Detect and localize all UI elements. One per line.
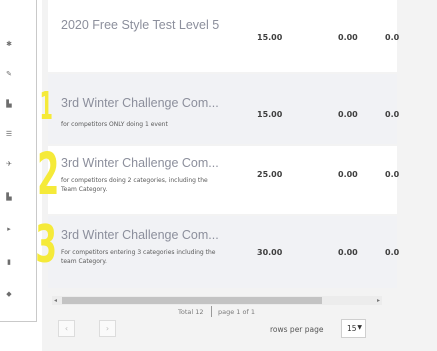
extra-cell: 0.0 xyxy=(385,33,400,42)
event-title[interactable]: 2020 Free Style Test Level 5 xyxy=(61,18,219,32)
discount-cell: 0.00 xyxy=(338,33,358,42)
scrollbar-thumb[interactable] xyxy=(62,297,322,304)
rail-icon-2[interactable]: ✎ xyxy=(5,70,13,78)
rail-icon-1[interactable]: ✱ xyxy=(5,40,13,48)
horizontal-scrollbar[interactable]: ◂ ▸ xyxy=(52,296,382,305)
table-row[interactable]: 3rd Winter Challenge Com... for competit… xyxy=(48,74,400,144)
table-row[interactable]: 2020 Free Style Test Level 5 15.00 0.00 … xyxy=(48,0,400,72)
event-description: For competitors entering 3 categories in… xyxy=(61,249,216,265)
event-title[interactable]: 3rd Winter Challenge Com... xyxy=(61,228,219,242)
left-nav-rail: ✱ ✎ ▙ ☰ ✈ ▙ ▸ ▮ ◆ xyxy=(0,0,37,322)
highlighter-mark: 2 xyxy=(37,140,60,208)
event-title[interactable]: 3rd Winter Challenge Com... xyxy=(61,156,219,170)
prev-page-button[interactable]: ‹ xyxy=(58,320,75,337)
event-description: for competitors ONLY doing 1 event xyxy=(61,121,168,128)
rail-icon-4[interactable]: ☰ xyxy=(5,130,13,138)
highlighter-mark: 3 xyxy=(35,215,57,275)
rail-icon-6[interactable]: ▙ xyxy=(5,193,13,201)
rail-icon-7[interactable]: ▸ xyxy=(5,225,13,233)
extra-cell: 0.0 xyxy=(385,248,400,257)
rail-icon-9[interactable]: ◆ xyxy=(5,290,13,298)
extra-cell: 0.0 xyxy=(385,110,400,119)
discount-cell: 0.00 xyxy=(338,110,358,119)
rows-per-page-value: 15 xyxy=(347,324,357,333)
discount-cell: 0.00 xyxy=(338,248,358,257)
extra-cell: 0.0 xyxy=(385,170,400,179)
price-cell: 15.00 xyxy=(257,110,283,119)
discount-cell: 0.00 xyxy=(338,170,358,179)
highlighter-mark: 1 xyxy=(39,84,53,128)
rail-icon-8[interactable]: ▮ xyxy=(5,258,13,266)
event-description: for competitors doing 2 categories, incl… xyxy=(61,177,208,193)
price-cell: 15.00 xyxy=(257,33,283,42)
price-cell: 25.00 xyxy=(257,170,283,179)
chevron-down-icon: ▼ xyxy=(357,324,362,331)
rows-per-page-select[interactable]: 15 ▼ xyxy=(341,319,366,338)
table-row[interactable]: 3rd Winter Challenge Com... For competit… xyxy=(48,216,400,288)
rail-icon-5[interactable]: ✈ xyxy=(5,160,13,168)
next-page-button[interactable]: › xyxy=(99,320,116,337)
event-title[interactable]: 3rd Winter Challenge Com... xyxy=(61,96,219,110)
scroll-left-arrow-icon[interactable]: ◂ xyxy=(54,296,57,305)
table-row[interactable]: 3rd Winter Challenge Com... for competit… xyxy=(48,146,400,214)
price-cell: 30.00 xyxy=(257,248,283,257)
rail-icon-3[interactable]: ▙ xyxy=(5,100,13,108)
scroll-right-arrow-icon[interactable]: ▸ xyxy=(377,296,380,305)
